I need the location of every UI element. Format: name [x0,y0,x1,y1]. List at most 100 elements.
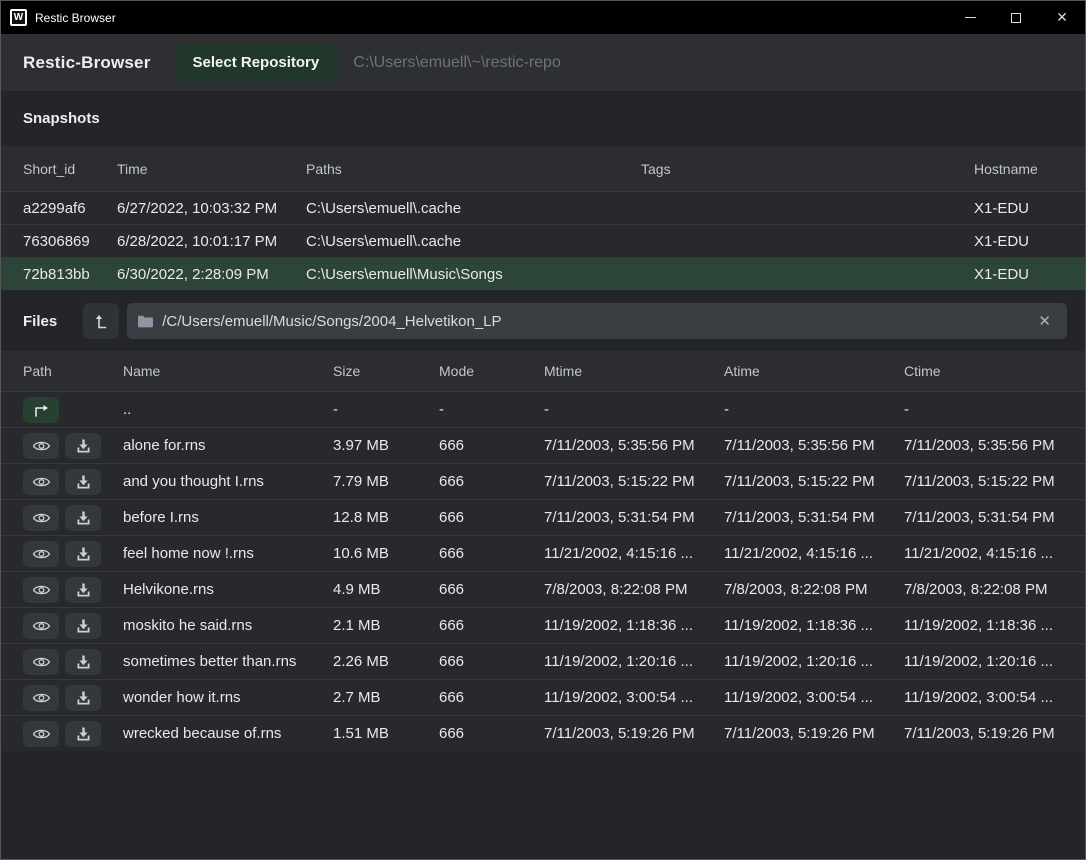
file-mode: - [439,401,544,418]
snapshot-paths: C:\Users\emuell\.cache [306,200,641,217]
file-name: wonder how it.rns [123,689,333,706]
app-logo-icon: W [10,9,27,26]
snapshot-paths: C:\Users\emuell\Music\Songs [306,266,641,283]
file-row[interactable]: sometimes better than.rns 2.26 MB 666 11… [1,643,1085,679]
parent-directory-row[interactable]: .. - - - - - [1,391,1085,427]
snapshot-hostname: X1-EDU [974,266,1063,283]
download-file-button[interactable] [65,613,101,639]
file-ctime: 11/21/2002, 4:15:16 ... [904,545,1063,562]
file-atime: - [724,401,904,418]
snapshot-time: 6/30/2022, 2:28:09 PM [117,266,306,283]
snapshot-row[interactable]: 76306869 6/28/2022, 10:01:17 PM C:\Users… [1,224,1085,257]
file-ctime: 11/19/2002, 3:00:54 ... [904,689,1063,706]
eye-icon [32,439,51,453]
go-parent-directory-button[interactable] [23,397,59,423]
download-icon [75,618,92,634]
select-repository-button[interactable]: Select Repository [175,43,338,82]
minimize-button[interactable] [947,1,993,34]
path-input[interactable]: /C/Users/emuell/Music/Songs/2004_Helveti… [127,303,1067,339]
download-icon [75,654,92,670]
eye-icon [32,511,51,525]
snapshot-paths: C:\Users\emuell\.cache [306,233,641,250]
col-tags: Tags [641,161,974,177]
preview-file-button[interactable] [23,613,59,639]
file-row[interactable]: alone for.rns 3.97 MB 666 7/11/2003, 5:3… [1,427,1085,463]
col-hostname: Hostname [974,161,1063,177]
col-mode: Mode [439,363,544,379]
window-title: Restic Browser [35,11,947,25]
download-file-button[interactable] [65,469,101,495]
file-mtime: - [544,401,724,418]
download-file-button[interactable] [65,685,101,711]
snapshot-hostname: X1-EDU [974,200,1063,217]
preview-file-button[interactable] [23,577,59,603]
file-row[interactable]: wonder how it.rns 2.7 MB 666 11/19/2002,… [1,679,1085,715]
download-file-button[interactable] [65,433,101,459]
repository-path: C:\Users\emuell\~\restic-repo [353,54,561,72]
close-button[interactable]: ✕ [1039,1,1085,34]
preview-file-button[interactable] [23,469,59,495]
download-file-button[interactable] [65,577,101,603]
file-ctime: 7/11/2003, 5:15:22 PM [904,473,1063,490]
current-path: /C/Users/emuell/Music/Songs/2004_Helveti… [162,313,1032,330]
snapshot-row[interactable]: 72b813bb 6/30/2022, 2:28:09 PM C:\Users\… [1,257,1085,290]
app-window: W Restic Browser ✕ Restic-Browser Select… [0,0,1086,860]
file-row[interactable]: wrecked because of.rns 1.51 MB 666 7/11/… [1,715,1085,751]
download-icon [75,726,92,742]
parent-directory-arrow-icon [31,402,51,418]
file-row[interactable]: before I.rns 12.8 MB 666 7/11/2003, 5:31… [1,499,1085,535]
download-file-button[interactable] [65,541,101,567]
file-name: Helvikone.rns [123,581,333,598]
file-size: 2.26 MB [333,653,439,670]
up-directory-arrow-icon [92,312,110,330]
file-mtime: 7/11/2003, 5:19:26 PM [544,725,724,742]
download-icon [75,438,92,454]
file-atime: 11/19/2002, 1:20:16 ... [724,653,904,670]
titlebar: W Restic Browser ✕ [1,1,1085,34]
file-size: 3.97 MB [333,437,439,454]
file-size: 7.79 MB [333,473,439,490]
preview-file-button[interactable] [23,505,59,531]
maximize-icon [1011,13,1021,23]
up-directory-button[interactable] [83,303,119,339]
file-mtime: 7/11/2003, 5:31:54 PM [544,509,724,526]
maximize-button[interactable] [993,1,1039,34]
eye-icon [32,691,51,705]
file-row[interactable]: feel home now !.rns 10.6 MB 666 11/21/20… [1,535,1085,571]
file-mtime: 11/19/2002, 1:20:16 ... [544,653,724,670]
eye-icon [32,655,51,669]
snapshot-short-id: a2299af6 [23,200,117,217]
download-icon [75,690,92,706]
preview-file-button[interactable] [23,685,59,711]
snapshots-heading: Snapshots [1,91,1085,146]
clear-path-button[interactable]: ✕ [1032,312,1057,330]
file-mtime: 7/11/2003, 5:15:22 PM [544,473,724,490]
close-icon: ✕ [1056,9,1068,26]
download-file-button[interactable] [65,649,101,675]
preview-file-button[interactable] [23,433,59,459]
file-size: 10.6 MB [333,545,439,562]
file-name: wrecked because of.rns [123,725,333,742]
app-header: Restic-Browser Select Repository C:\User… [1,34,1085,91]
download-file-button[interactable] [65,721,101,747]
snapshot-short-id: 76306869 [23,233,117,250]
file-atime: 11/19/2002, 1:18:36 ... [724,617,904,634]
file-atime: 7/11/2003, 5:15:22 PM [724,473,904,490]
file-row[interactable]: moskito he said.rns 2.1 MB 666 11/19/200… [1,607,1085,643]
col-atime: Atime [724,363,904,379]
file-ctime: 7/11/2003, 5:31:54 PM [904,509,1063,526]
file-row[interactable]: and you thought I.rns 7.79 MB 666 7/11/2… [1,463,1085,499]
preview-file-button[interactable] [23,721,59,747]
file-name: alone for.rns [123,437,333,454]
col-path: Path [23,363,123,379]
file-row[interactable]: Helvikone.rns 4.9 MB 666 7/8/2003, 8:22:… [1,571,1085,607]
file-ctime: 7/11/2003, 5:19:26 PM [904,725,1063,742]
preview-file-button[interactable] [23,541,59,567]
snapshot-row[interactable]: a2299af6 6/27/2022, 10:03:32 PM C:\Users… [1,191,1085,224]
col-paths: Paths [306,161,641,177]
download-icon [75,582,92,598]
eye-icon [32,727,51,741]
file-name: feel home now !.rns [123,545,333,562]
preview-file-button[interactable] [23,649,59,675]
download-file-button[interactable] [65,505,101,531]
